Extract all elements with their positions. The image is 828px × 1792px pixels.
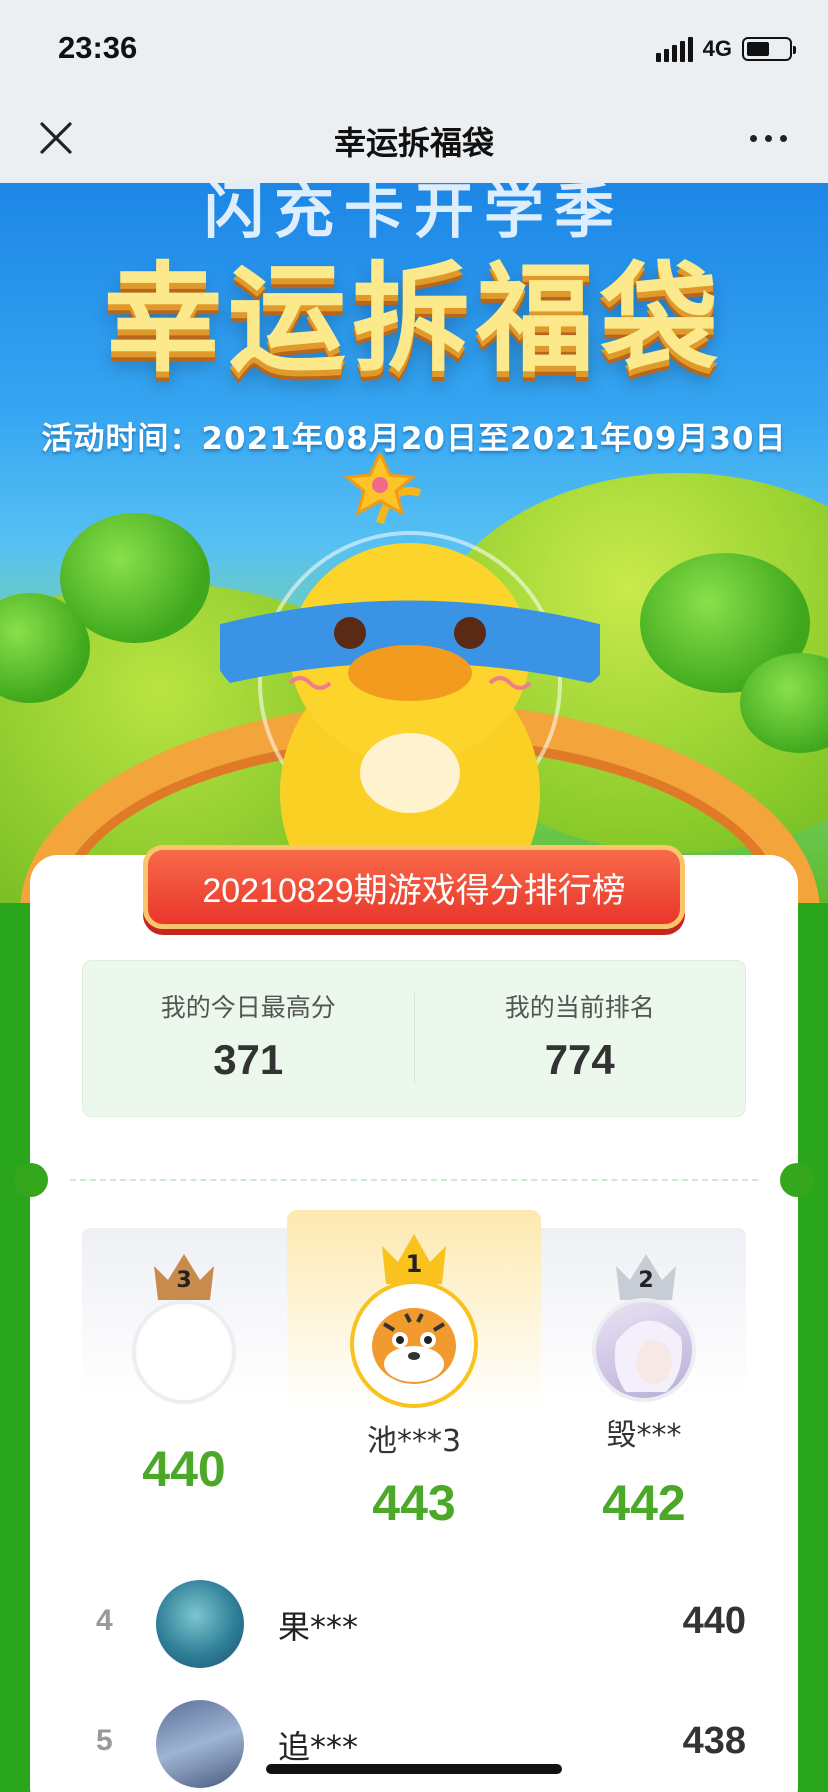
ticket-notch: [780, 1163, 814, 1197]
hero-banner: 闪充卡开学季 幸运拆福袋 活动时间：2021年08月20日至2021年09月30…: [0, 183, 828, 903]
my-rank-value: 774: [544, 1036, 615, 1083]
row-rank: 5: [96, 1724, 113, 1757]
row-score: 438: [682, 1720, 746, 1762]
event-date: 活动时间：2021年08月20日至2021年09月30日: [41, 421, 787, 457]
podium-score-3: 440: [142, 1441, 226, 1497]
status-indicators: 4G: [655, 36, 796, 62]
avatar[interactable]: [592, 1298, 696, 1402]
home-indicator[interactable]: [266, 1764, 562, 1774]
my-current-rank: 我的当前排名 774: [415, 961, 746, 1116]
podium-name-1: 池***3: [366, 1424, 462, 1459]
podium-score-1: 443: [372, 1475, 456, 1531]
ticket-notch: [14, 1163, 48, 1197]
row-score: 440: [682, 1600, 746, 1642]
hero-title: 幸运拆福袋: [103, 250, 724, 388]
podium-rank-1: 1: [405, 1250, 423, 1278]
podium-name-2: 毁***: [606, 1418, 682, 1453]
network-label: 4G: [702, 36, 732, 61]
dashed-divider: [70, 1179, 758, 1181]
row-rank: 4: [96, 1604, 113, 1637]
duck-mascot-illustration: [220, 453, 600, 903]
my-rank-label: 我的当前排名: [504, 993, 655, 1022]
my-best-label: 我的今日最高分: [160, 993, 336, 1022]
list-item[interactable]: 4 果*** 440: [82, 1574, 746, 1674]
row-name: 追***: [278, 1728, 359, 1766]
more-dots-icon[interactable]: [746, 123, 790, 153]
tiger-avatar-icon: [372, 1308, 456, 1384]
page-title: 幸运拆福袋: [333, 124, 494, 162]
podium-score-2: 442: [602, 1475, 686, 1531]
podium-rank-2: 2: [638, 1268, 654, 1293]
podium-rank-3: 3: [176, 1268, 192, 1293]
avatar[interactable]: [156, 1700, 244, 1788]
top-bar: 23:36 4G 幸运拆福袋: [0, 0, 828, 183]
leaderboard-title-ribbon: 20210829期游戏得分排行榜: [143, 845, 685, 929]
avatar[interactable]: [132, 1300, 236, 1404]
row-name: 果***: [278, 1608, 359, 1646]
signal-icon: [655, 36, 693, 62]
avatar[interactable]: [156, 1580, 244, 1668]
my-best-score: 我的今日最高分 371: [83, 961, 414, 1116]
avatar[interactable]: [350, 1280, 478, 1408]
my-stats-panel: 我的今日最高分 371 我的当前排名 774: [82, 960, 746, 1117]
battery-icon: [742, 37, 796, 61]
my-best-value: 371: [213, 1036, 284, 1083]
list-item[interactable]: 5 追*** 438: [82, 1694, 746, 1792]
status-time: 23:36: [58, 30, 138, 65]
